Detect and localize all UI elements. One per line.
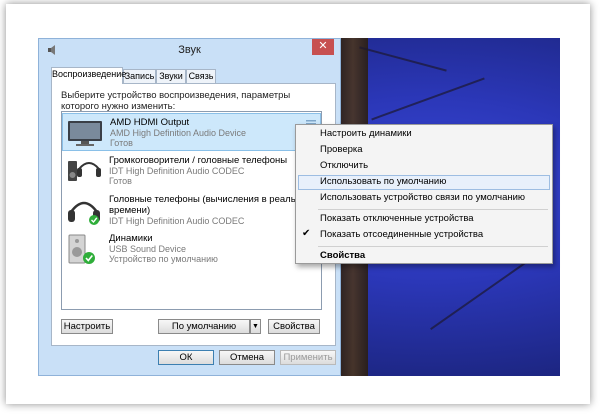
tree-branch (359, 46, 447, 72)
window-title: Звук (178, 44, 201, 56)
title-bar[interactable]: Звук ✕ (39, 39, 340, 61)
configure-button[interactable]: Настроить (61, 319, 113, 334)
list-item[interactable]: AMD HDMI Output AMD High Definition Audi… (62, 113, 321, 151)
menu-item-set-default-communication[interactable]: Использовать устройство связи по умолчан… (320, 191, 525, 205)
menu-item-show-disconnected[interactable]: Показать отсоединенные устройства (320, 228, 483, 242)
set-default-button[interactable]: По умолчанию (158, 319, 250, 334)
checkmark-icon: ✔ (302, 228, 311, 239)
cancel-button[interactable]: Отмена (219, 350, 275, 365)
menu-item-show-disabled[interactable]: Показать отключенные устройства (320, 212, 474, 226)
context-menu: Настроить динамики Проверка Отключить Ис… (295, 124, 553, 264)
menu-item-configure-speakers[interactable]: Настроить динамики (320, 127, 412, 141)
properties-button[interactable]: Свойства (268, 319, 320, 334)
device-name: Динамики (109, 233, 153, 244)
device-name: Громкоговорители / головные телефоны (109, 155, 288, 166)
list-item[interactable]: Головные телефоны (вычисления в реальном… (62, 191, 321, 233)
device-driver: AMD High Definition Audio Device (110, 128, 247, 138)
menu-item-properties[interactable]: Свойства (320, 249, 365, 263)
set-default-dropdown[interactable]: ▼ (250, 319, 261, 334)
list-item[interactable]: Громкоговорители / головные телефоны IDT… (62, 152, 321, 190)
apply-button[interactable]: Применить (280, 350, 336, 365)
menu-item-test[interactable]: Проверка (320, 143, 363, 157)
menu-separator (318, 209, 548, 210)
close-button[interactable]: ✕ (312, 39, 334, 55)
speaker-icon (68, 234, 95, 264)
monitor-icon (68, 121, 102, 146)
tree-branch (371, 77, 485, 121)
device-list[interactable]: AMD HDMI Output AMD High Definition Audi… (61, 111, 322, 310)
tab-playback[interactable]: Воспроизведение (51, 67, 126, 84)
tab-panel: Выберите устройство воспроизведения, пар… (51, 83, 336, 346)
device-name: AMD HDMI Output (110, 117, 190, 128)
menu-separator (318, 246, 548, 247)
device-status: Готов (109, 176, 132, 186)
headphones-icon (68, 201, 100, 225)
device-driver: USB Sound Device (109, 244, 187, 254)
tab-sounds[interactable]: Звуки (156, 69, 186, 83)
menu-item-disable[interactable]: Отключить (320, 159, 368, 173)
device-driver: IDT High Definition Audio CODEC (109, 166, 245, 176)
tab-recording[interactable]: Запись (123, 69, 156, 83)
ok-button[interactable]: ОК (158, 350, 214, 365)
device-status: Готов (110, 138, 133, 148)
tab-communications[interactable]: Связь (186, 69, 216, 83)
device-driver: IDT High Definition Audio CODEC (109, 216, 245, 226)
device-status: Устройство по умолчанию (109, 254, 218, 264)
list-item[interactable]: Динамики USB Sound Device Устройство по … (62, 230, 321, 268)
speakers-headphones-icon (68, 161, 101, 181)
instruction-text: Выберите устройство воспроизведения, пар… (61, 90, 291, 112)
menu-item-set-default[interactable]: Использовать по умолчанию (320, 175, 446, 189)
device-name: Головные телефоны (вычисления в реальном… (109, 194, 313, 216)
